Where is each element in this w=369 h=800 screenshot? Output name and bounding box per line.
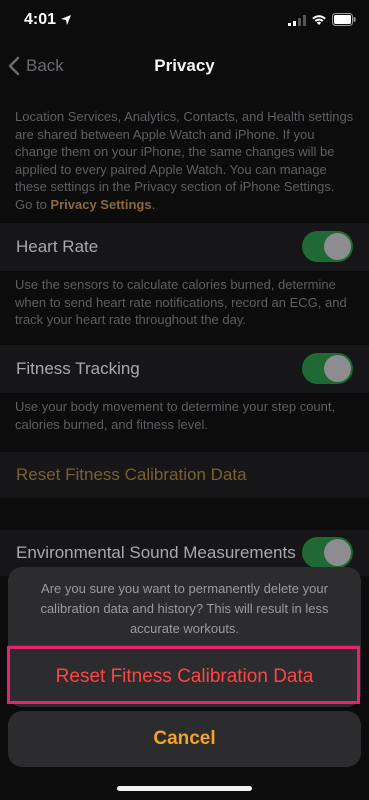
fitness-tracking-label: Fitness Tracking: [16, 359, 140, 378]
toggle-knob: [324, 233, 351, 260]
heart-rate-row: Heart Rate: [0, 223, 369, 271]
reset-calibration-confirm-button[interactable]: Reset Fitness Calibration Data: [8, 646, 361, 707]
wifi-icon: [312, 15, 326, 25]
reset-calibration-row[interactable]: Reset Fitness Calibration Data: [0, 452, 369, 498]
environmental-sound-label: Environmental Sound Measurements: [16, 543, 296, 562]
page-title: Privacy: [154, 56, 215, 75]
battery-icon: [332, 13, 356, 26]
fitness-tracking-toggle[interactable]: [302, 353, 353, 384]
status-bar: 4:01: [0, 0, 369, 44]
screen: 4:01 Back Privacy Location Services, Ana…: [0, 0, 369, 800]
home-indicator[interactable]: [117, 786, 252, 791]
reset-calibration-link[interactable]: Reset Fitness Calibration Data: [16, 465, 247, 485]
navigation-bar: Back Privacy: [0, 44, 369, 88]
toggle-knob: [324, 539, 351, 566]
toggle-knob: [324, 355, 351, 382]
cellular-signal-icon: [288, 15, 306, 26]
privacy-settings-link[interactable]: Privacy Settings: [50, 197, 151, 212]
fitness-tracking-description: Use your body movement to determine your…: [15, 399, 336, 432]
action-sheet-message: Are you sure you want to permanently del…: [40, 581, 329, 636]
location-arrow-icon: [61, 15, 71, 25]
status-time: 4:01: [24, 11, 57, 28]
privacy-intro: Location Services, Analytics, Contacts, …: [15, 108, 355, 213]
heart-rate-description: Use the sensors to calculate calories bu…: [15, 277, 347, 327]
privacy-intro-suffix: .: [151, 196, 156, 212]
heart-rate-toggle[interactable]: [302, 231, 353, 262]
fitness-tracking-row: Fitness Tracking: [0, 345, 369, 393]
environmental-sound-toggle[interactable]: [302, 537, 353, 568]
cancel-button[interactable]: Cancel: [8, 711, 361, 767]
confirmation-action-sheet: Are you sure you want to permanently del…: [8, 567, 361, 707]
heart-rate-label: Heart Rate: [16, 237, 99, 256]
